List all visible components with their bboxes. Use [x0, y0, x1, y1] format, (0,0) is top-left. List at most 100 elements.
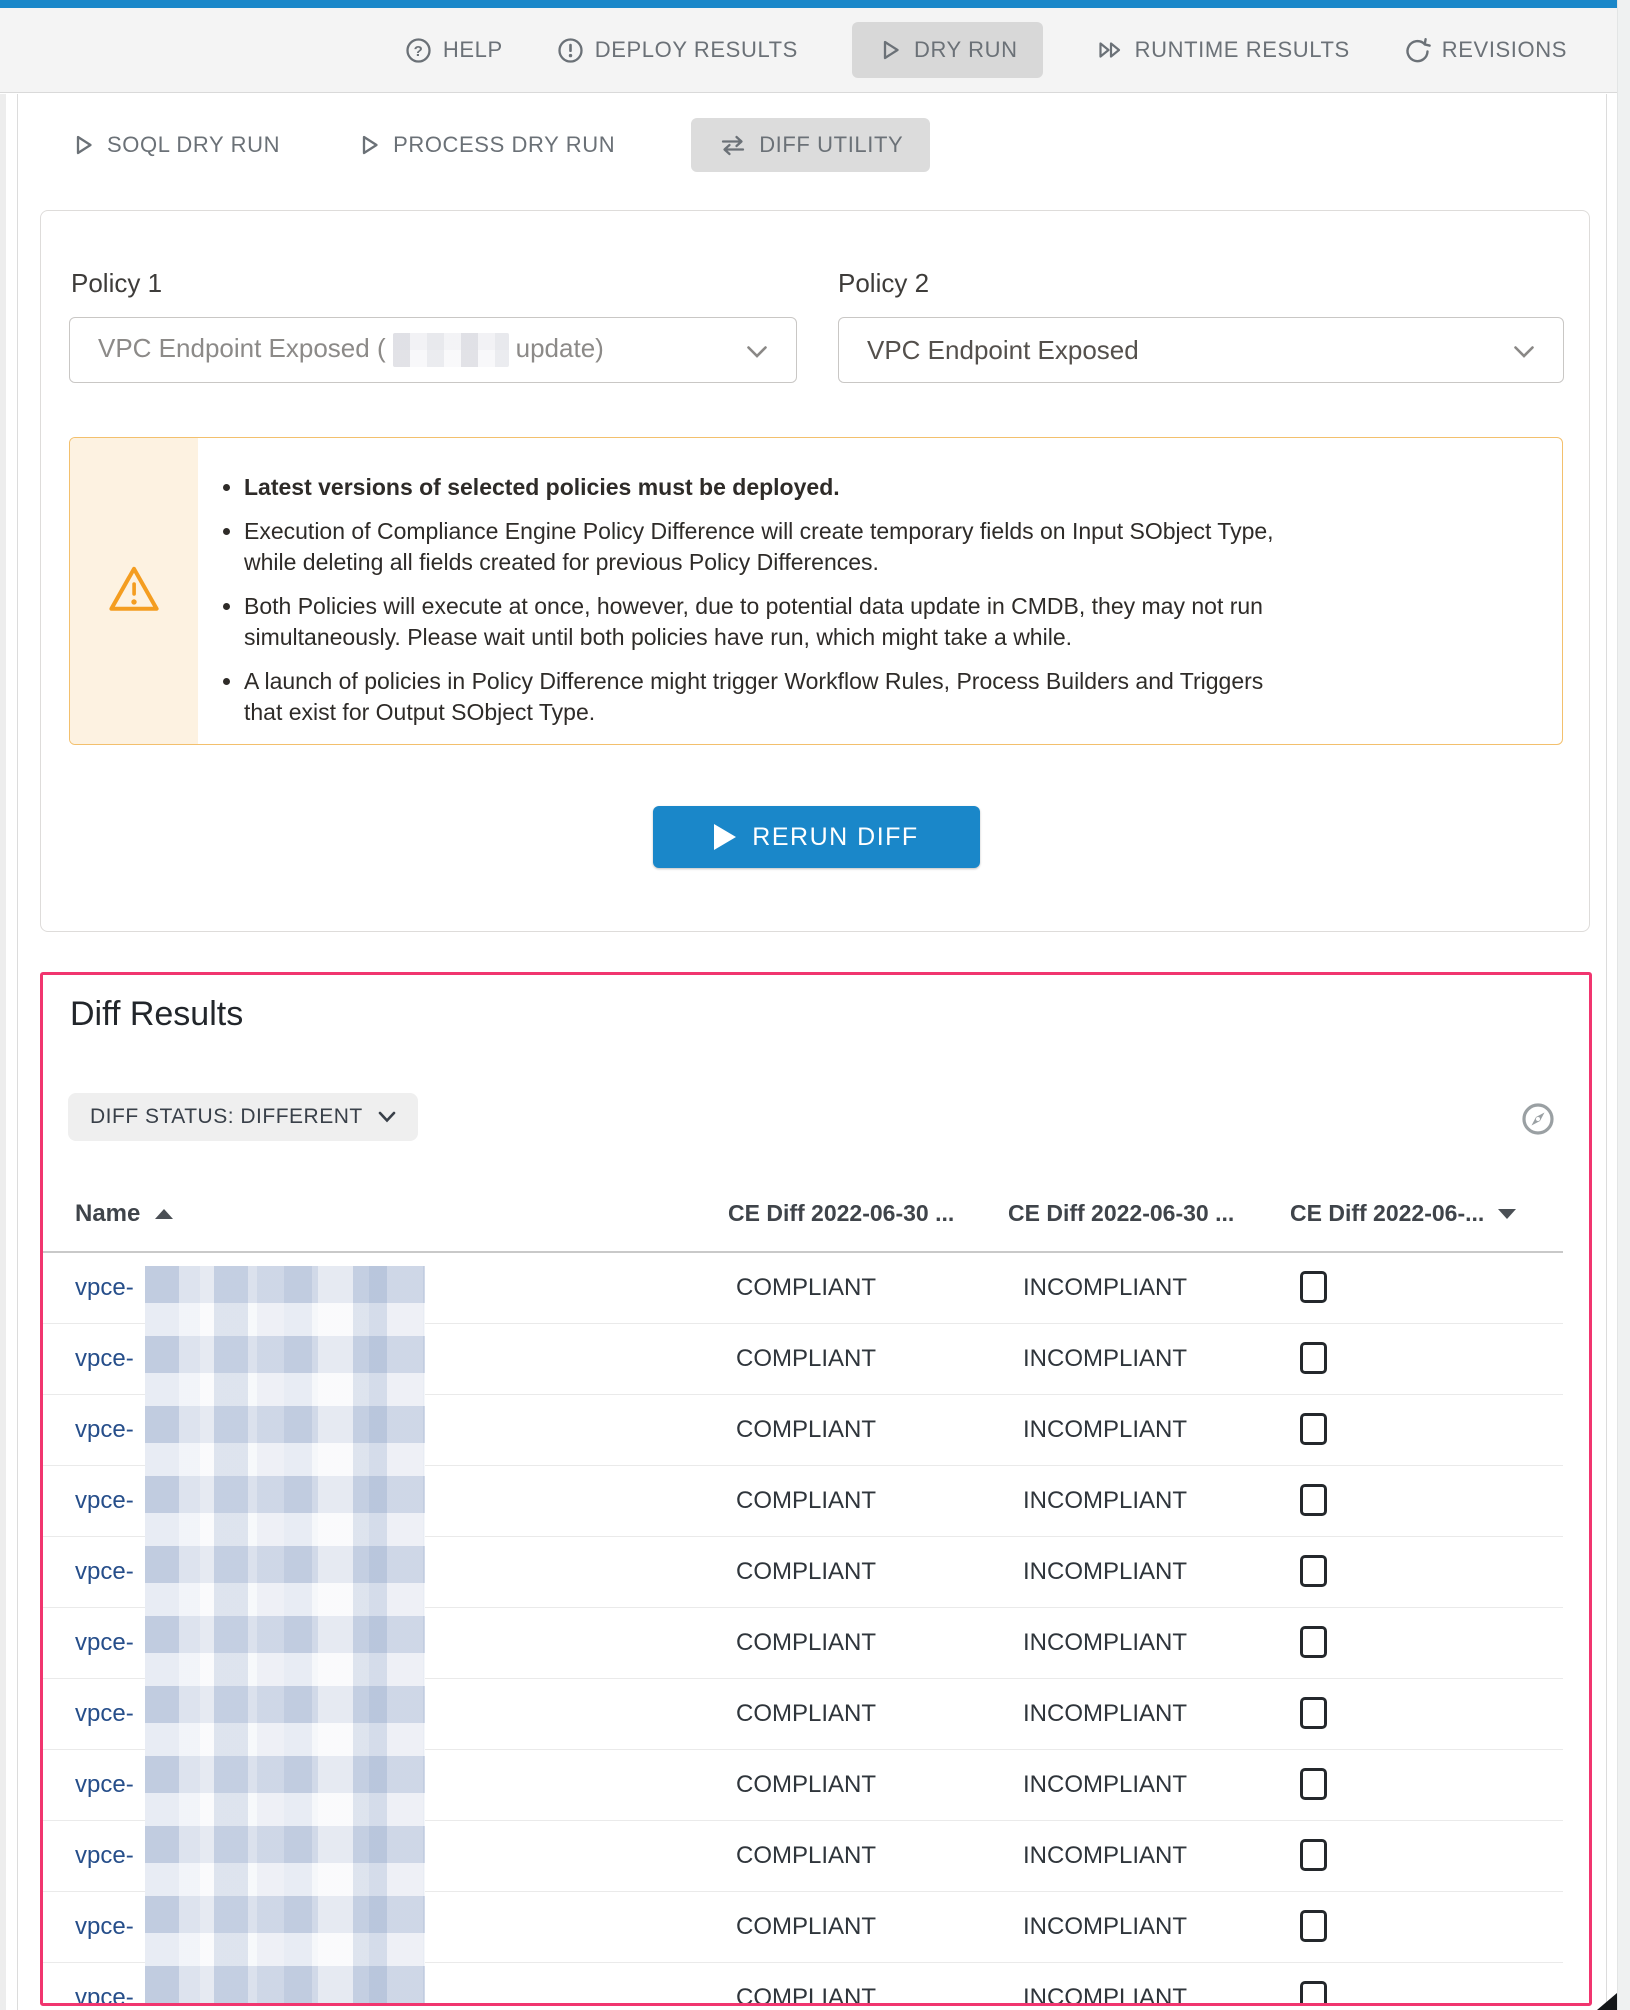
row-checkbox[interactable]	[1300, 1839, 1327, 1871]
column-header-name[interactable]: Name	[75, 1200, 173, 1228]
policy1-select[interactable]: VPC Endpoint Exposed (update)	[69, 317, 797, 383]
row-status-2: INCOMPLIANT	[1023, 1537, 1187, 1607]
column-header-ce-diff-2[interactable]: CE Diff 2022-06-30 ...	[1008, 1200, 1234, 1227]
diff-results-panel: Diff Results DIFF STATUS: DIFFERENT Name…	[40, 972, 1592, 2006]
rerun-diff-label: RERUN DIFF	[752, 823, 918, 852]
row-status-1: COMPLIANT	[736, 1466, 876, 1536]
row-status-1: COMPLIANT	[736, 1324, 876, 1394]
nav-label: RUNTIME RESULTS	[1135, 37, 1350, 63]
row-name-link[interactable]: vpce-	[75, 1608, 134, 1678]
tab-label: SOQL DRY RUN	[107, 132, 280, 158]
policy-compare-card: Policy 1 Policy 2 VPC Endpoint Exposed (…	[40, 210, 1590, 932]
row-name-link[interactable]: vpce-	[75, 1750, 134, 1820]
tab-diff-utility[interactable]: DIFF UTILITY	[691, 118, 930, 172]
policy2-value: VPC Endpoint Exposed	[867, 335, 1139, 366]
row-checkbox[interactable]	[1300, 1697, 1327, 1729]
row-name-link[interactable]: vpce-	[75, 1253, 134, 1323]
row-status-2: INCOMPLIANT	[1023, 1324, 1187, 1394]
warning-item: A launch of policies in Policy Differenc…	[244, 666, 1274, 728]
warning-item: Latest versions of selected policies mus…	[244, 472, 1274, 503]
row-status-1: COMPLIANT	[736, 1608, 876, 1678]
nav-label: DRY RUN	[914, 37, 1018, 63]
row-checkbox[interactable]	[1300, 1626, 1327, 1658]
policy2-label: Policy 2	[838, 268, 929, 299]
chevron-down-icon	[378, 1105, 396, 1129]
row-status-1: COMPLIANT	[736, 1892, 876, 1962]
screen: ? HELP DEPLOY RESULTS DRY RUN RUNTIME RE…	[0, 0, 1630, 2010]
row-checkbox[interactable]	[1300, 1768, 1327, 1800]
column-header-ce-diff-3[interactable]: CE Diff 2022-06-...	[1290, 1200, 1516, 1227]
diff-status-filter-button[interactable]: DIFF STATUS: DIFFERENT	[68, 1093, 418, 1141]
row-status-2: INCOMPLIANT	[1023, 1963, 1187, 2006]
nav-revisions[interactable]: REVISIONS	[1404, 37, 1567, 64]
row-name-link[interactable]: vpce-	[75, 1821, 134, 1891]
fast-forward-icon	[1097, 37, 1124, 63]
nav-runtime-results[interactable]: RUNTIME RESULTS	[1097, 37, 1350, 63]
redacted-name-column	[145, 1266, 425, 2006]
row-status-2: INCOMPLIANT	[1023, 1892, 1187, 1962]
redacted-text	[393, 333, 509, 367]
row-status-2: INCOMPLIANT	[1023, 1821, 1187, 1891]
diff-status-filter-label: DIFF STATUS: DIFFERENT	[90, 1105, 363, 1129]
play-icon	[70, 132, 96, 158]
explore-compass-icon[interactable]	[1520, 1101, 1556, 1137]
warning-banner: Latest versions of selected policies mus…	[69, 437, 1563, 745]
warning-item: Execution of Compliance Engine Policy Di…	[244, 516, 1274, 578]
nav-label: REVISIONS	[1442, 37, 1567, 63]
chevron-down-icon	[746, 335, 768, 366]
tab-label: DIFF UTILITY	[759, 132, 903, 158]
nav-deploy-results[interactable]: DEPLOY RESULTS	[557, 37, 798, 64]
mouse-cursor	[1597, 1993, 1617, 2010]
row-status-2: INCOMPLIANT	[1023, 1750, 1187, 1820]
row-status-2: INCOMPLIANT	[1023, 1466, 1187, 1536]
row-status-1: COMPLIANT	[736, 1963, 876, 2006]
tab-label: PROCESS DRY RUN	[393, 132, 615, 158]
help-icon: ?	[405, 37, 432, 64]
row-checkbox[interactable]	[1300, 1555, 1327, 1587]
policy2-select[interactable]: VPC Endpoint Exposed	[838, 317, 1564, 383]
sort-descending-icon	[1498, 1209, 1516, 1219]
column-header-ce-diff-1[interactable]: CE Diff 2022-06-30 ...	[728, 1200, 954, 1227]
row-checkbox[interactable]	[1300, 1413, 1327, 1445]
warning-triangle-icon	[107, 564, 161, 619]
play-icon	[714, 824, 736, 850]
nav-help[interactable]: ? HELP	[405, 37, 503, 64]
row-status-1: COMPLIANT	[736, 1750, 876, 1820]
row-status-1: COMPLIANT	[736, 1821, 876, 1891]
history-icon	[1404, 37, 1431, 64]
play-icon	[356, 132, 382, 158]
warning-icon-panel	[70, 438, 198, 744]
row-status-2: INCOMPLIANT	[1023, 1395, 1187, 1465]
row-name-link[interactable]: vpce-	[75, 1963, 134, 2006]
svg-text:?: ?	[413, 43, 423, 60]
nav-label: DEPLOY RESULTS	[595, 37, 798, 63]
row-checkbox[interactable]	[1300, 1342, 1327, 1374]
warning-item: Both Policies will execute at once, howe…	[244, 591, 1274, 653]
top-accent-bar	[0, 0, 1617, 8]
row-status-1: COMPLIANT	[736, 1679, 876, 1749]
row-name-link[interactable]: vpce-	[75, 1395, 134, 1465]
row-checkbox[interactable]	[1300, 1910, 1327, 1942]
play-icon	[877, 37, 903, 63]
swap-arrows-icon	[718, 132, 748, 158]
row-status-1: COMPLIANT	[736, 1395, 876, 1465]
tab-process-dry-run[interactable]: PROCESS DRY RUN	[356, 132, 615, 158]
nav-dry-run[interactable]: DRY RUN	[852, 22, 1043, 78]
vertical-scrollbar[interactable]	[1617, 0, 1630, 2010]
tab-soql-dry-run[interactable]: SOQL DRY RUN	[70, 132, 280, 158]
row-name-link[interactable]: vpce-	[75, 1892, 134, 1962]
row-name-link[interactable]: vpce-	[75, 1324, 134, 1394]
row-name-link[interactable]: vpce-	[75, 1466, 134, 1536]
policy1-label: Policy 1	[71, 268, 162, 299]
diff-results-title: Diff Results	[70, 995, 243, 1034]
deploy-results-icon	[557, 37, 584, 64]
row-checkbox[interactable]	[1300, 1484, 1327, 1516]
row-name-link[interactable]: vpce-	[75, 1537, 134, 1607]
row-checkbox[interactable]	[1300, 1271, 1327, 1303]
row-status-2: INCOMPLIANT	[1023, 1608, 1187, 1678]
rerun-diff-button[interactable]: RERUN DIFF	[653, 806, 980, 868]
row-status-1: COMPLIANT	[736, 1537, 876, 1607]
row-checkbox[interactable]	[1300, 1981, 1327, 2006]
warning-list: Latest versions of selected policies mus…	[216, 472, 1532, 728]
row-name-link[interactable]: vpce-	[75, 1679, 134, 1749]
